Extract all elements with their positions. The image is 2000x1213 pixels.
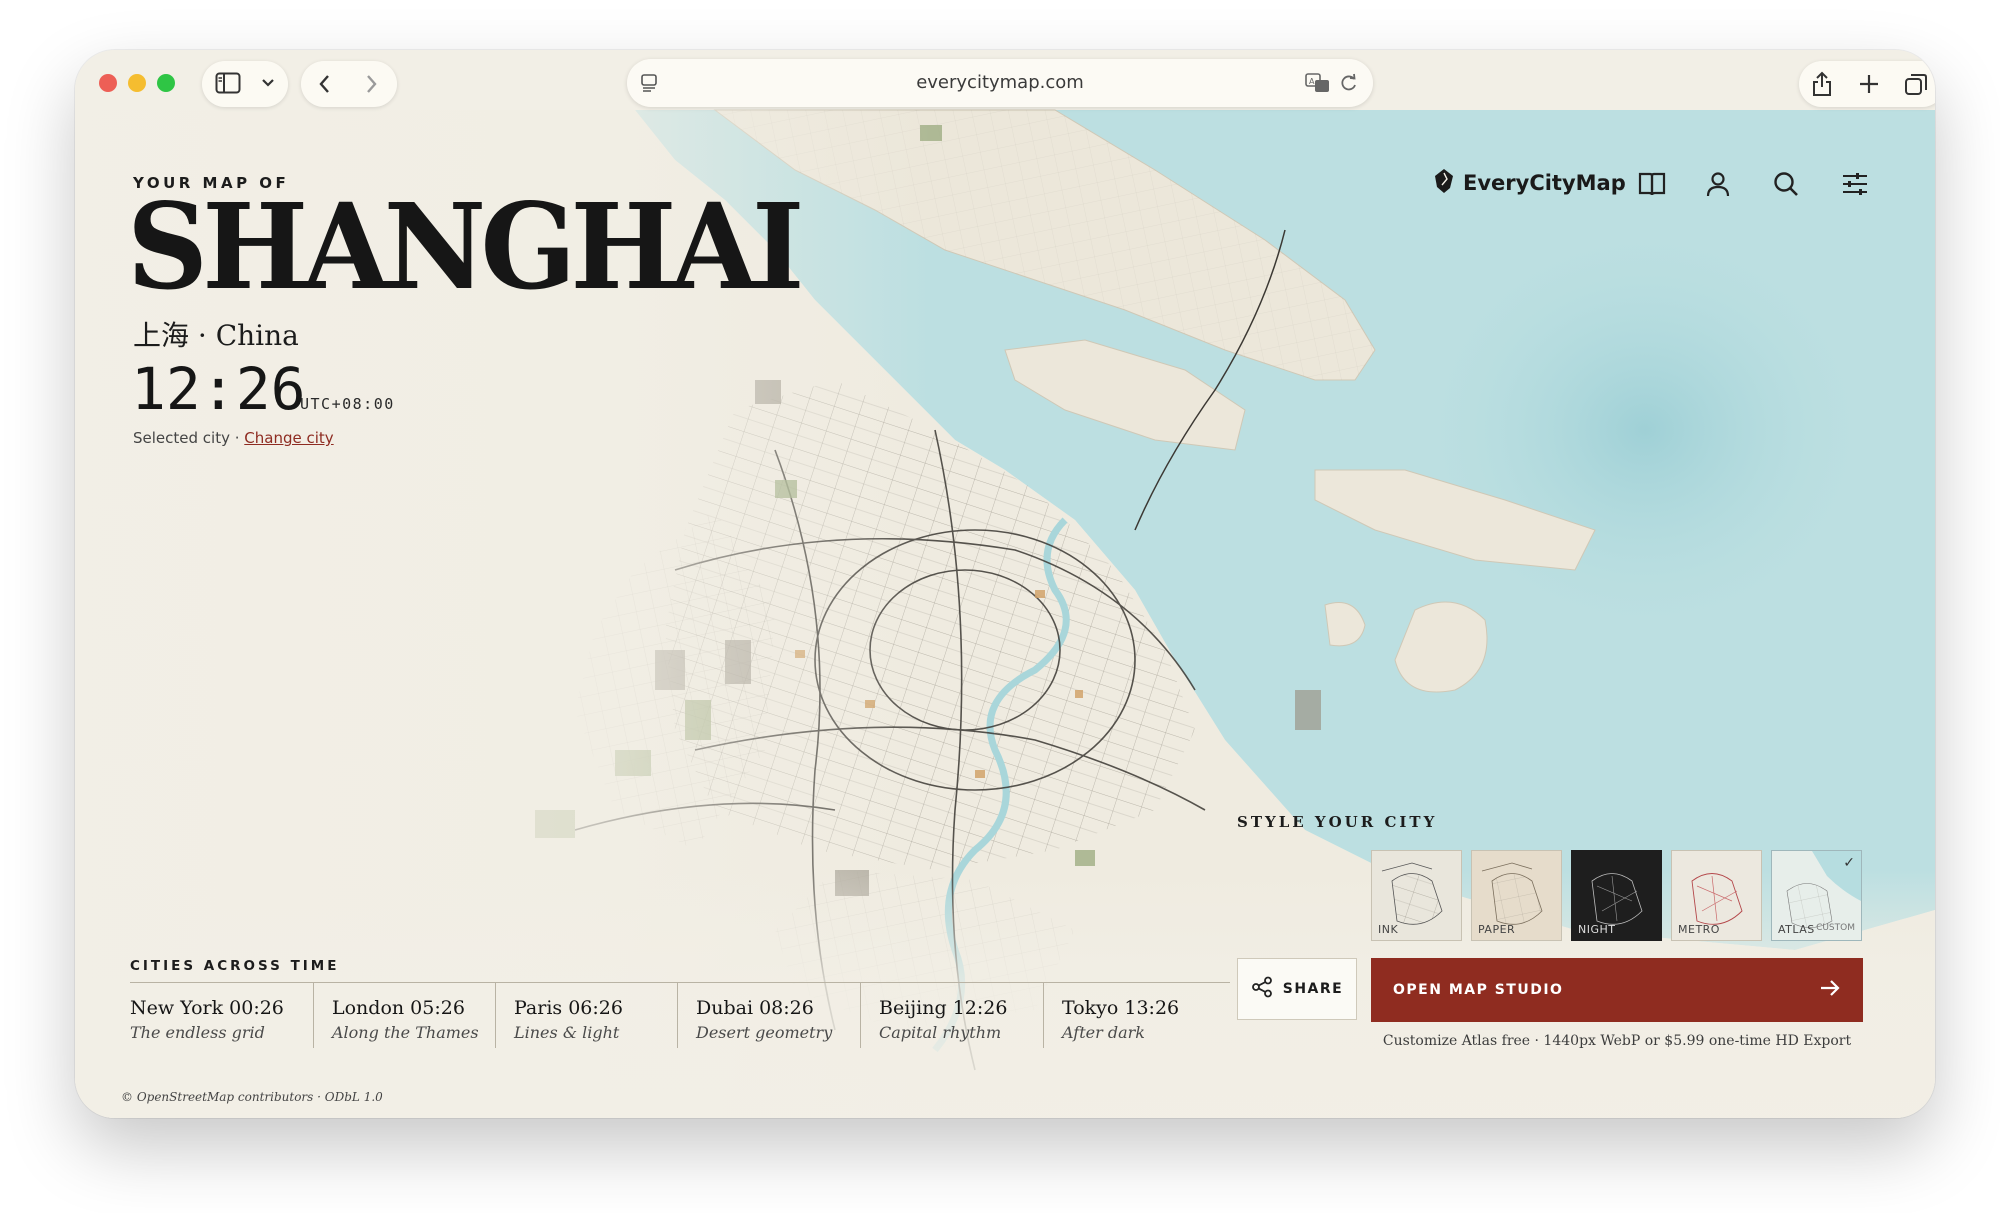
- address-bar[interactable]: everycitymap.com A: [627, 59, 1373, 107]
- style-label-metro: METRO: [1678, 923, 1720, 936]
- selected-city-line: Selected city · Change city: [133, 429, 334, 447]
- style-label-paper: PAPER: [1478, 923, 1516, 936]
- style-option-atlas[interactable]: ✓ ATLAS CUSTOM: [1771, 850, 1862, 941]
- city-item-tagline: Lines & light: [514, 1023, 620, 1042]
- city-item-tagline: Desert geometry: [696, 1023, 833, 1042]
- logo-icon: [1433, 168, 1455, 198]
- change-city-link[interactable]: Change city: [244, 429, 333, 447]
- city-item-name: New York 00:26: [130, 997, 284, 1019]
- map-attribution[interactable]: © OpenStreetMap contributors · ODbL 1.0: [121, 1090, 383, 1104]
- local-time: 12:26: [131, 355, 306, 423]
- selected-check-icon: ✓: [1843, 855, 1855, 871]
- city-item-tagline: After dark: [1062, 1023, 1145, 1042]
- city-item-tagline: Capital rhythm: [879, 1023, 1002, 1042]
- style-option-metro[interactable]: METRO: [1671, 850, 1762, 941]
- style-label-night: NIGHT: [1578, 923, 1616, 936]
- style-label-custom: CUSTOM: [1816, 923, 1855, 933]
- browser-window: everycitymap.com A YOUR MAP OF SHANGHAI …: [75, 50, 1935, 1118]
- share-button[interactable]: SHARE: [1237, 958, 1357, 1020]
- chevron-down-icon[interactable]: [260, 77, 276, 89]
- timezone: UTC+08:00: [300, 395, 395, 413]
- user-icon[interactable]: [1700, 166, 1736, 202]
- city-subtitle: 上海 · China: [133, 319, 299, 352]
- city-item-beijing[interactable]: Beijing 12:26 Capital rhythm: [860, 982, 1043, 1048]
- brand-name: EveryCityMap: [1463, 171, 1626, 195]
- brand[interactable]: EveryCityMap: [1433, 168, 1626, 198]
- city-item-london[interactable]: London 05:26 Along the Thames: [313, 982, 495, 1048]
- style-option-ink[interactable]: INK: [1371, 850, 1462, 941]
- export-note: Customize Atlas free · 1440px WebP or $5…: [1382, 1033, 1852, 1049]
- open-map-studio-button[interactable]: OPEN MAP STUDIO: [1371, 958, 1863, 1022]
- arrow-right-icon: [1819, 978, 1841, 1002]
- share-icon[interactable]: [1811, 71, 1833, 97]
- city-item-paris[interactable]: Paris 06:26 Lines & light: [495, 982, 677, 1048]
- forward-arrow-icon[interactable]: [361, 73, 381, 95]
- new-tab-icon[interactable]: [1858, 73, 1880, 95]
- style-label-ink: INK: [1378, 923, 1399, 936]
- city-item-dubai[interactable]: Dubai 08:26 Desert geometry: [677, 982, 860, 1048]
- city-item-new-york[interactable]: New York 00:26 The endless grid: [130, 982, 313, 1048]
- city-title: SHANGHAI: [127, 177, 804, 316]
- history-buttons: [301, 61, 397, 107]
- sliders-icon[interactable]: [1837, 166, 1873, 202]
- svg-text:A: A: [1309, 77, 1315, 86]
- style-option-night[interactable]: NIGHT: [1571, 850, 1662, 941]
- open-map-studio-label: OPEN MAP STUDIO: [1393, 982, 1564, 998]
- city-item-name: Beijing 12:26: [879, 997, 1008, 1019]
- share-nodes-icon: [1251, 976, 1273, 1002]
- zoom-window-button[interactable]: [157, 74, 175, 92]
- city-item-name: Dubai 08:26: [696, 997, 814, 1019]
- style-panel-title: STYLE YOUR CITY: [1237, 813, 1438, 831]
- city-item-name: Tokyo 13:26: [1062, 997, 1180, 1019]
- cities-list: New York 00:26 The endless grid London 0…: [130, 982, 1230, 1048]
- book-icon[interactable]: [1634, 166, 1670, 202]
- url-text[interactable]: everycitymap.com: [627, 72, 1373, 93]
- city-item-name: London 05:26: [332, 997, 465, 1019]
- sidebar-toggle-group: [202, 61, 288, 107]
- style-option-paper[interactable]: PAPER: [1471, 850, 1562, 941]
- share-label: SHARE: [1282, 981, 1344, 997]
- back-arrow-icon[interactable]: [315, 73, 335, 95]
- reload-icon[interactable]: [1339, 73, 1359, 93]
- window-controls: [99, 74, 175, 92]
- city-item-name: Paris 06:26: [514, 997, 623, 1019]
- style-label-atlas: ATLAS: [1778, 923, 1815, 936]
- city-item-tokyo[interactable]: Tokyo 13:26 After dark: [1043, 982, 1226, 1048]
- selected-city-label: Selected city ·: [133, 429, 245, 447]
- search-icon[interactable]: [1768, 166, 1804, 202]
- cities-across-time-title: CITIES ACROSS TIME: [130, 958, 340, 974]
- tab-overview-icon[interactable]: [1904, 73, 1928, 97]
- city-item-tagline: Along the Thames: [332, 1023, 479, 1042]
- minimize-window-button[interactable]: [128, 74, 146, 92]
- close-window-button[interactable]: [99, 74, 117, 92]
- translate-icon[interactable]: A: [1305, 72, 1331, 94]
- sidebar-icon[interactable]: [215, 72, 241, 94]
- window-actions: [1799, 61, 1935, 107]
- city-item-tagline: The endless grid: [130, 1023, 265, 1042]
